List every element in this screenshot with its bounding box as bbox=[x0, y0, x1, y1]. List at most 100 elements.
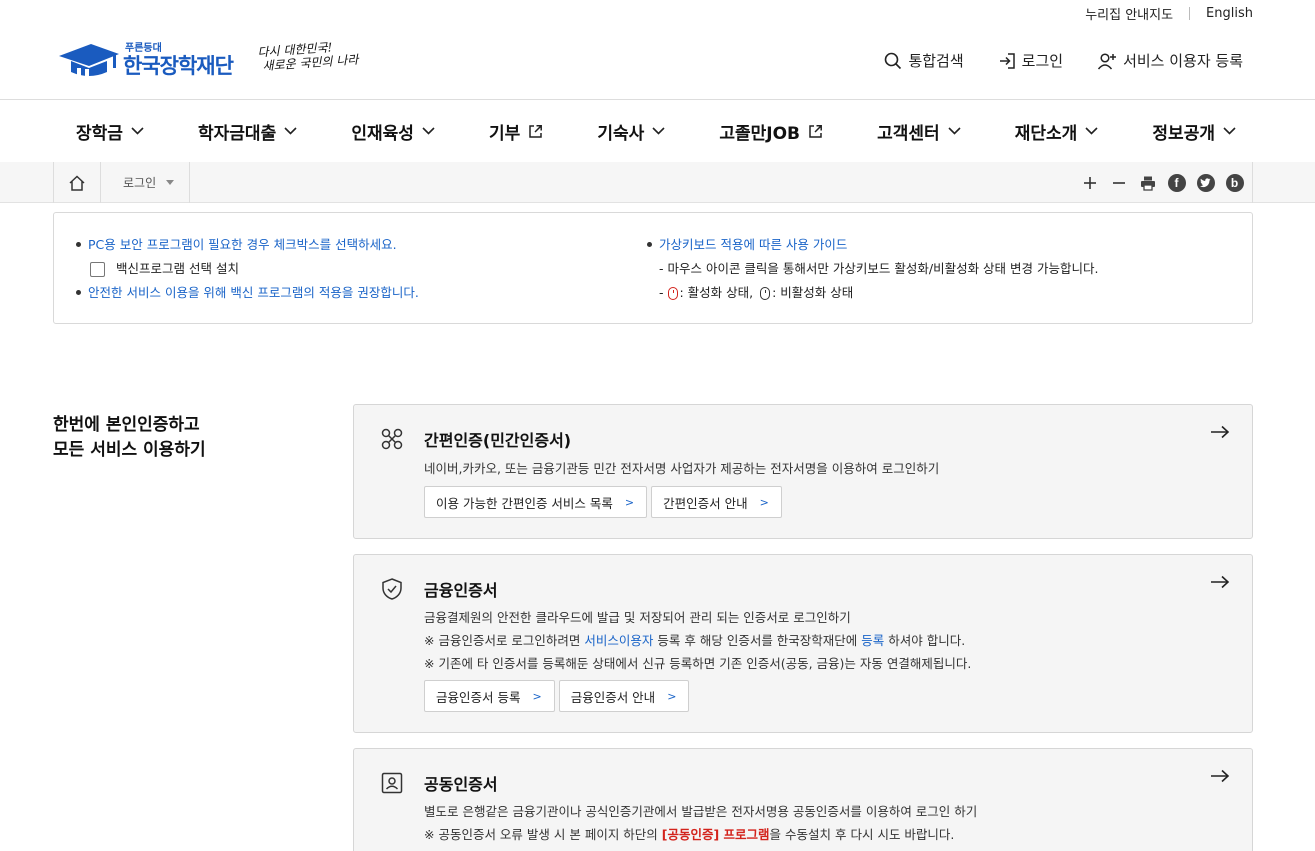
chevron-down-icon bbox=[1085, 127, 1098, 135]
chevron-down-icon bbox=[131, 127, 144, 135]
section-title: 한번에 본인인증하고 모든 서비스 이용하기 bbox=[53, 413, 206, 463]
breadcrumb-current[interactable]: 로그인 bbox=[101, 162, 190, 203]
nav-item-label: 고객센터 bbox=[877, 123, 940, 144]
security-notice: PC용 보안 프로그램이 필요한 경우 체크박스를 선택하세요. 백신프로그램 … bbox=[53, 212, 1253, 324]
desc-text: 하셔야 합니다. bbox=[884, 633, 966, 648]
nav-item-5[interactable]: 고졸만JOB bbox=[719, 119, 823, 144]
home-icon bbox=[69, 174, 85, 191]
notice-right: 가상키보드 적용에 따른 사용 가이드 - 마우스 아이콘 클릭을 통해서만 가… bbox=[647, 233, 1098, 305]
user-add-icon bbox=[1097, 52, 1117, 69]
financial-cert-guide-button[interactable]: 금융인증서 안내 > bbox=[558, 680, 690, 712]
plus-icon bbox=[1083, 176, 1096, 189]
notice-security-line: PC용 보안 프로그램이 필요한 경우 체크박스를 선택하세요. bbox=[76, 233, 419, 257]
simple-auth-guide-button[interactable]: 간편인증서 안내 > bbox=[651, 486, 782, 518]
section-title-line-1: 한번에 본인인증하고 bbox=[53, 415, 200, 435]
search-icon bbox=[885, 52, 902, 69]
nav-item-label: 재단소개 bbox=[1014, 123, 1078, 144]
chevron-down-icon bbox=[652, 127, 665, 135]
dash: - bbox=[659, 285, 664, 300]
arrow-right-icon[interactable] bbox=[1210, 575, 1230, 589]
id-card-icon bbox=[381, 772, 403, 794]
register-link[interactable]: 서비스 이용자 등록 bbox=[1097, 50, 1243, 71]
notice-vaccine-line: 안전한 서비스 이용을 위해 백신 프로그램의 적용을 권장합니다. bbox=[76, 281, 419, 305]
card-buttons: 이용 가능한 간편인증 서비스 목록 > 간편인증서 안내 > bbox=[424, 486, 786, 518]
mouse-active-icon bbox=[667, 287, 678, 300]
desc-text: ※ 공동인증서 오류 발생 시 본 페이지 하단의 bbox=[424, 827, 662, 842]
active-label: : 활성화 상태, bbox=[679, 285, 754, 300]
chevron-right-icon: > bbox=[759, 495, 769, 509]
nav-item-label: 학자금대출 bbox=[198, 123, 277, 144]
financial-cert-register-button[interactable]: 금융인증서 등록 > bbox=[424, 680, 555, 712]
card-financial-cert[interactable]: 금융인증서 금융결제원의 안전한 클라우드에 발급 및 저장되어 관리 되는 인… bbox=[353, 554, 1253, 733]
desc-line-3: ※ 기존에 타 인증서를 등록해둔 상태에서 신규 등록하면 기존 인증서(공동… bbox=[424, 656, 972, 671]
arrow-right-icon[interactable] bbox=[1210, 425, 1230, 439]
desc-text: 을 수동설치 후 다시 시도 바랍니다. bbox=[769, 827, 955, 842]
header-links: 통합검색 로그인 서비스 이용자 등록 bbox=[850, 50, 1243, 71]
english-link[interactable]: English bbox=[1206, 6, 1253, 21]
button-label: 이용 가능한 간편인증 서비스 목록 bbox=[436, 495, 613, 511]
card-description: 금융결제원의 안전한 클라우드에 발급 및 저장되어 관리 되는 인증서로 로그… bbox=[424, 606, 971, 675]
nav-item-8[interactable]: 정보공개 bbox=[1152, 119, 1236, 144]
zoom-out-button[interactable] bbox=[1109, 173, 1128, 192]
inactive-label: : 비활성화 상태 bbox=[772, 285, 854, 300]
chevron-down-icon bbox=[948, 127, 961, 135]
nav-item-label: 장학금 bbox=[76, 123, 123, 144]
card-title: 공동인증서 bbox=[424, 775, 498, 794]
zoom-in-button[interactable] bbox=[1080, 173, 1099, 192]
joint-cert-program-link[interactable]: [공동인증] 프로그램 bbox=[662, 827, 770, 842]
site-logo[interactable]: 푸른등대 한국장학재단 bbox=[57, 40, 234, 80]
main-nav: 장학금 학자금대출 인재육성 기부 기숙사 고졸만JOB 고객센터 재단소개 정보공개 bbox=[56, 100, 1256, 162]
caret-down-icon bbox=[166, 180, 175, 185]
chevron-down-icon bbox=[284, 127, 297, 135]
divider bbox=[1189, 7, 1191, 20]
desc-line-2: ※ 공동인증서 오류 발생 시 본 페이지 하단의 [공동인증] 프로그램을 수… bbox=[424, 823, 977, 846]
nav-item-2[interactable]: 인재육성 bbox=[351, 119, 435, 144]
nav-item-0[interactable]: 장학금 bbox=[76, 119, 144, 144]
bullet bbox=[76, 290, 81, 295]
logo-title: 한국장학재단 bbox=[123, 53, 234, 78]
nav-item-7[interactable]: 재단소개 bbox=[1015, 119, 1099, 144]
nav-item-label: 기숙사 bbox=[597, 123, 645, 144]
vaccine-checkbox-row[interactable]: 백신프로그램 선택 설치 bbox=[76, 257, 419, 281]
arrow-right-icon[interactable] bbox=[1210, 769, 1230, 783]
printer-icon bbox=[1140, 176, 1155, 191]
nav-item-4[interactable]: 기숙사 bbox=[597, 119, 665, 144]
twitter-share-button[interactable] bbox=[1196, 173, 1215, 192]
slogan: 다시 대한민국! 새로운 국민의 나라 bbox=[257, 39, 359, 74]
nav-item-1[interactable]: 학자금대출 bbox=[198, 119, 297, 144]
card-simple-auth[interactable]: 간편인증(민간인증서) 네이버,카카오, 또는 금융기관등 민간 전자서명 사업… bbox=[353, 404, 1253, 539]
breadcrumb-label: 로그인 bbox=[123, 176, 157, 190]
virtual-keyboard-desc: - 마우스 아이콘 클릭을 통해서만 가상키보드 활성화/비활성화 상태 변경 … bbox=[659, 261, 1099, 276]
home-button[interactable] bbox=[53, 162, 101, 203]
search-link[interactable]: 통합검색 bbox=[884, 50, 964, 71]
chevron-right-icon: > bbox=[624, 495, 635, 509]
vaccine-checkbox[interactable] bbox=[90, 262, 105, 277]
blog-icon: b bbox=[1225, 173, 1244, 192]
virtual-keyboard-title: 가상키보드 적용에 따른 사용 가이드 bbox=[659, 237, 848, 252]
login-label: 로그인 bbox=[1021, 52, 1064, 70]
vaccine-checkbox-label[interactable]: 백신프로그램 선택 설치 bbox=[116, 261, 239, 276]
chevron-right-icon: > bbox=[532, 689, 542, 703]
login-link[interactable]: 로그인 bbox=[998, 50, 1063, 71]
bullet bbox=[647, 242, 652, 247]
logo-subtitle: 푸른등대 bbox=[125, 42, 162, 54]
mouse-inactive-icon bbox=[760, 287, 771, 300]
simple-auth-list-button[interactable]: 이용 가능한 간편인증 서비스 목록 > bbox=[424, 486, 648, 518]
chevron-right-icon: > bbox=[667, 689, 677, 703]
card-joint-cert[interactable]: 공동인증서 별도로 은행같은 금융기관이나 공식인증기관에서 발급받은 전자서명… bbox=[353, 748, 1253, 851]
mouse-legend: - : 활성화 상태, : 비활성화 상태 bbox=[647, 281, 1098, 305]
notice-security-text: PC용 보안 프로그램이 필요한 경우 체크박스를 선택하세요. bbox=[88, 237, 397, 252]
register-cert-link[interactable]: 등록 bbox=[861, 633, 884, 648]
facebook-icon: f bbox=[1167, 173, 1186, 192]
nav-item-6[interactable]: 고객센터 bbox=[877, 119, 961, 144]
nav-item-3[interactable]: 기부 bbox=[489, 119, 543, 144]
nav-item-label: 인재육성 bbox=[351, 123, 414, 144]
card-buttons: 금융인증서 등록 > 금융인증서 안내 > bbox=[424, 680, 693, 712]
facebook-share-button[interactable]: f bbox=[1167, 173, 1186, 192]
print-button[interactable] bbox=[1138, 173, 1157, 192]
service-user-link[interactable]: 서비스이용자 bbox=[584, 633, 653, 648]
desc-text: 등록 후 해당 인증서를 한국장학재단에 bbox=[653, 633, 862, 648]
blog-share-button[interactable]: b bbox=[1225, 173, 1244, 192]
chevron-down-icon bbox=[1223, 127, 1236, 135]
sitemap-link[interactable]: 누리집 안내지도 bbox=[1085, 4, 1173, 23]
